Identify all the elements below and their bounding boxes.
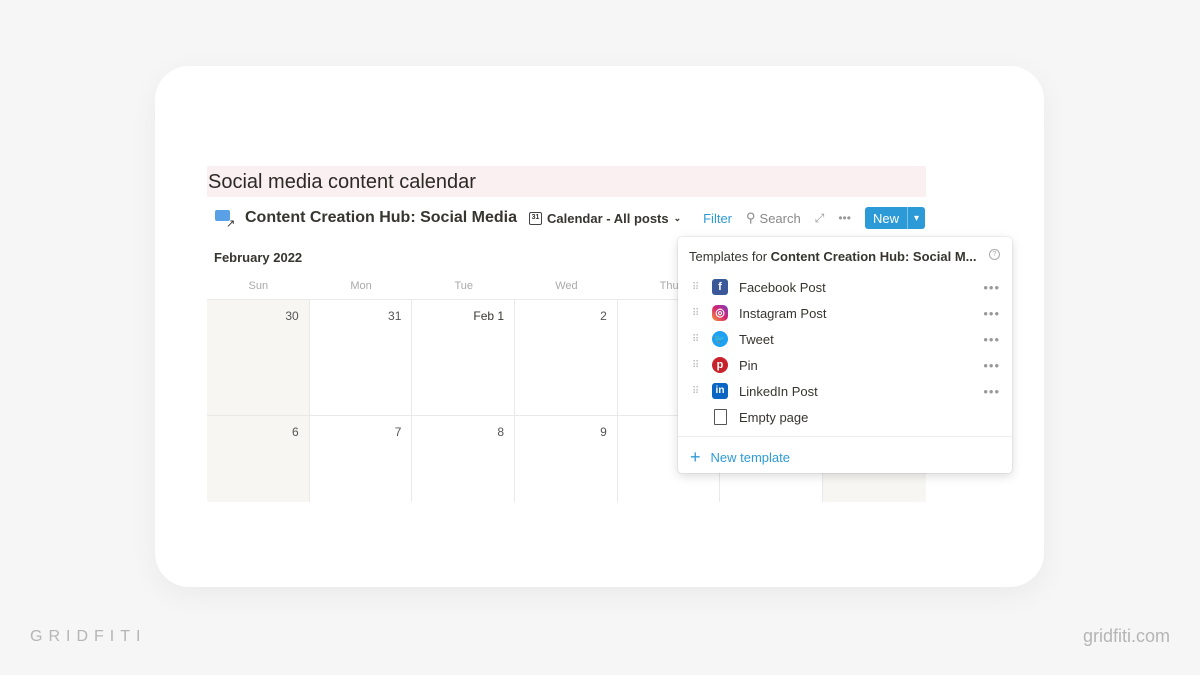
new-button-group: New ▾	[864, 207, 925, 229]
twitter-icon: 🐦	[712, 331, 728, 347]
weekday: Wed	[555, 280, 578, 292]
more-icon[interactable]: •••	[983, 358, 1000, 373]
day-cell[interactable]: 6	[207, 416, 310, 502]
drag-handle-icon[interactable]: ⠿	[692, 360, 712, 371]
more-icon[interactable]: •••	[983, 280, 1000, 295]
more-icon[interactable]: •••	[838, 211, 851, 225]
help-icon[interactable]: ?	[989, 249, 1000, 260]
more-icon[interactable]: •••	[983, 332, 1000, 347]
brand-logo: GRIDFITI	[30, 628, 147, 645]
day-cell[interactable]: 2	[515, 300, 618, 415]
drag-handle-icon[interactable]: ⠿	[692, 386, 712, 397]
template-item-instagram[interactable]: ⠿ ◎ Instagram Post •••	[678, 300, 1012, 326]
brand-url: gridfiti.com	[1082, 626, 1170, 646]
view-label: Calendar - All posts	[547, 210, 669, 226]
day-cell[interactable]: Feb 1	[412, 300, 516, 415]
drag-handle-icon[interactable]: ⠿	[692, 334, 712, 345]
chevron-down-icon: ⌄	[673, 212, 682, 223]
page-icon	[714, 409, 727, 425]
new-dropdown-chevron-icon[interactable]: ▾	[906, 207, 925, 229]
day-cell[interactable]: 8	[412, 416, 516, 502]
database-toolbar: ↗ Content Creation Hub: Social Media 31 C…	[207, 205, 926, 231]
search-button[interactable]: ⚲ Search	[746, 210, 801, 226]
database-name[interactable]: Content Creation Hub: Social Media	[245, 209, 517, 227]
template-label: Facebook Post	[739, 279, 826, 295]
pinterest-icon: p	[712, 357, 728, 373]
new-template-label: New template	[710, 450, 790, 465]
more-icon[interactable]: •••	[983, 384, 1000, 399]
search-label: Search	[759, 210, 801, 226]
day-cell[interactable]: 9	[515, 416, 618, 502]
page-title: Social media content calendar	[207, 166, 926, 197]
day-cell[interactable]: 31	[310, 300, 413, 415]
facebook-icon: f	[712, 279, 728, 295]
search-icon: ⚲	[746, 210, 756, 225]
template-label: Pin	[739, 357, 758, 373]
template-label: Empty page	[739, 409, 809, 425]
template-label: Instagram Post	[739, 305, 827, 321]
template-item-pin[interactable]: ⠿ p Pin •••	[678, 352, 1012, 378]
template-item-facebook[interactable]: ⠿ f Facebook Post •••	[678, 274, 1012, 300]
drag-handle-icon[interactable]: ⠿	[692, 282, 712, 293]
template-label: Tweet	[739, 331, 774, 347]
drag-handle-icon[interactable]: ⠿	[692, 308, 712, 319]
templates-dropdown: Templates for Content Creation Hub: Soci…	[678, 237, 1012, 473]
weekday: Sun	[248, 280, 269, 292]
template-label: LinkedIn Post	[739, 383, 818, 399]
instagram-icon: ◎	[712, 305, 728, 321]
template-item-empty[interactable]: Empty page	[678, 404, 1012, 430]
weekday: Tue	[454, 280, 473, 292]
divider	[678, 436, 1012, 437]
template-item-tweet[interactable]: ⠿ 🐦 Tweet •••	[678, 326, 1012, 352]
expand-icon[interactable]: ⤢	[815, 211, 825, 226]
more-icon[interactable]: •••	[983, 306, 1000, 321]
filter-button[interactable]: Filter	[703, 211, 732, 226]
templates-header: Templates for Content Creation Hub: Soci…	[689, 249, 977, 264]
day-cell[interactable]: 7	[310, 416, 413, 502]
new-button[interactable]: New	[865, 211, 907, 226]
laptop-icon: ↗	[215, 209, 237, 230]
template-item-linkedin[interactable]: ⠿ in LinkedIn Post •••	[678, 378, 1012, 404]
view-selector[interactable]: 31 Calendar - All posts ⌄	[529, 211, 681, 226]
month-label: February 2022	[214, 250, 303, 265]
linkedin-icon: in	[712, 383, 728, 399]
new-template-button[interactable]: + New template	[690, 447, 790, 468]
plus-icon: +	[690, 447, 701, 467]
weekday: Mon	[350, 280, 372, 292]
calendar-icon: 31	[529, 211, 543, 225]
day-cell[interactable]: 30	[207, 300, 310, 415]
